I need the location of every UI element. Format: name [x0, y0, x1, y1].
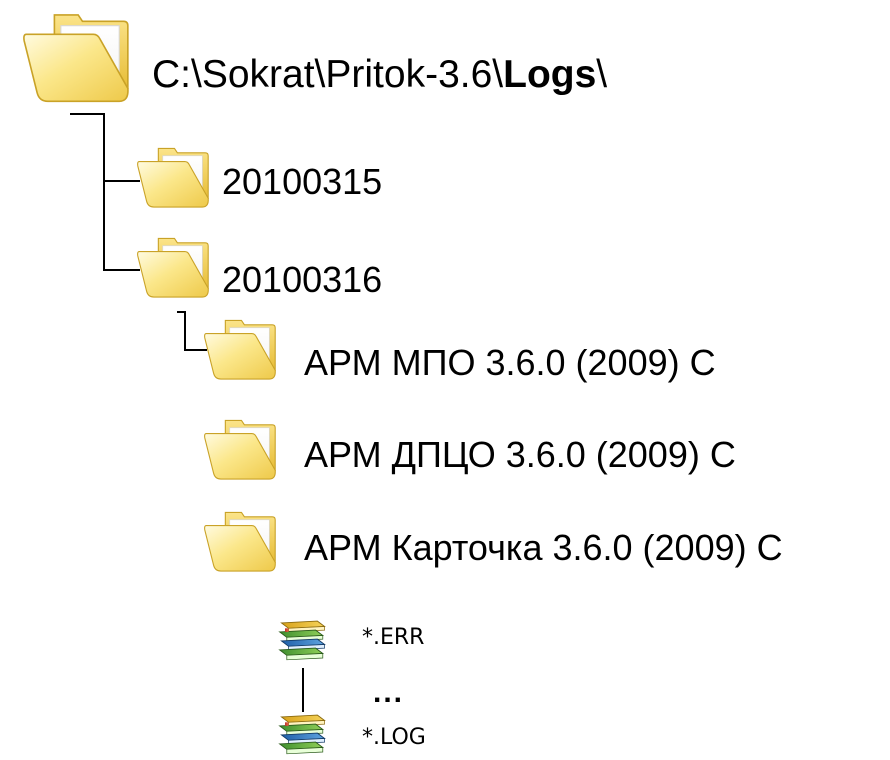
- root-path-bold: Logs: [503, 53, 597, 96]
- folder-20100315-label: 20100315: [222, 161, 383, 202]
- folder-20100316-icon: [137, 237, 209, 298]
- log-file-books-icon: [279, 714, 326, 755]
- connector-root-l1b: [103, 181, 140, 271]
- folder-arm-kartochka-label: АРМ Карточка 3.6.0 (2009) С: [304, 527, 783, 568]
- folder-arm-kartochka-icon: [204, 511, 276, 572]
- files-ellipsis: ...: [373, 676, 405, 709]
- connector-root-h: [70, 113, 140, 182]
- root-folder-icon: [23, 14, 129, 103]
- err-file-books-icon: [279, 620, 326, 661]
- folder-20100315-icon: [137, 147, 209, 208]
- folder-arm-dpco-icon: [204, 419, 276, 480]
- root-path-suffix: \: [596, 53, 608, 96]
- folder-20100316-label: 20100316: [222, 259, 383, 300]
- err-file-label: *.ERR: [362, 625, 425, 650]
- log-file-label: *.LOG: [362, 725, 426, 750]
- folder-arm-dpco-label: АРМ ДПЦО 3.6.0 (2009) С: [304, 434, 736, 475]
- folder-arm-mpo-label: АРМ МПО 3.6.0 (2009) С: [304, 342, 716, 383]
- folder-arm-mpo-icon: [204, 319, 276, 380]
- root-path-label: C:\Sokrat\Pritok-3.6\Logs\: [152, 55, 607, 94]
- root-path-prefix: C:\Sokrat\Pritok-3.6\: [152, 53, 504, 96]
